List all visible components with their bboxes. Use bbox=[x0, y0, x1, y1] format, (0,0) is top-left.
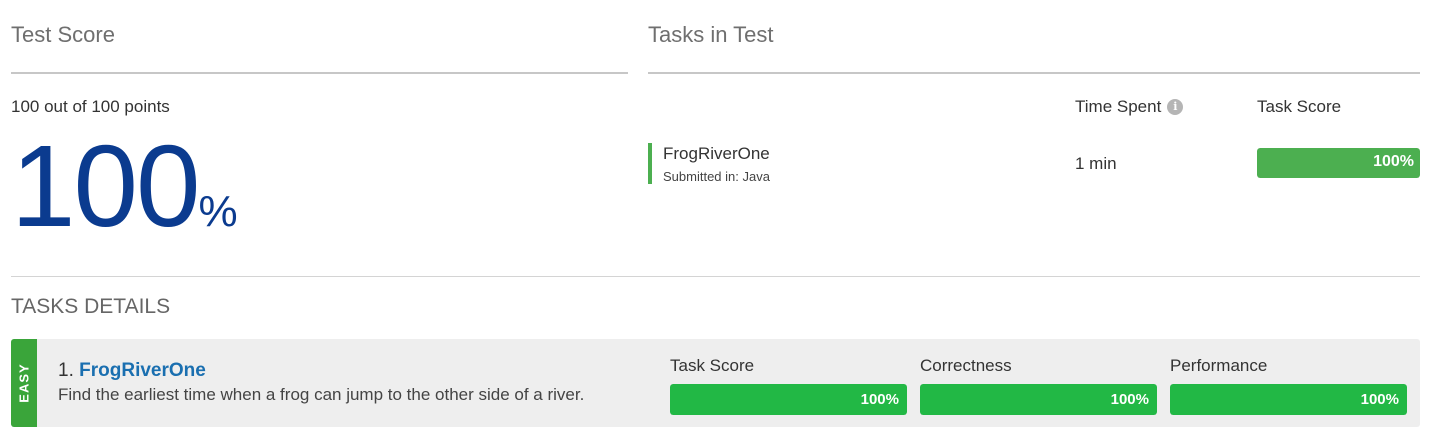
task-row-submitted-in: Submitted in: Java bbox=[663, 169, 770, 184]
tasks-in-test-divider bbox=[648, 72, 1420, 74]
metric-performance-value: 100% bbox=[1360, 391, 1399, 408]
task-row-time-spent: 1 min bbox=[1075, 154, 1117, 173]
task-score-header: Task Score bbox=[1257, 97, 1342, 116]
metric-correctness-bar: 100% bbox=[920, 384, 1157, 415]
task-detail-number: 1. bbox=[58, 360, 74, 381]
test-score-divider bbox=[11, 72, 628, 74]
score-percent-value: 100 bbox=[11, 121, 201, 251]
task-score-bar: 100% bbox=[1257, 148, 1420, 178]
metric-performance-bar: 100% bbox=[1170, 384, 1407, 415]
metric-performance-label: Performance bbox=[1170, 356, 1268, 375]
details-divider bbox=[11, 276, 1420, 277]
metric-correctness-label: Correctness bbox=[920, 356, 1012, 375]
task-detail-card: EASY 1. FrogRiverOne Find the earliest t… bbox=[11, 339, 1420, 427]
difficulty-label: EASY bbox=[16, 363, 32, 403]
time-spent-label: Time Spent bbox=[1075, 97, 1162, 116]
task-row-name[interactable]: FrogRiverOne bbox=[663, 144, 770, 164]
metric-task-score-label: Task Score bbox=[670, 356, 755, 375]
task-detail-title: 1. FrogRiverOne bbox=[58, 360, 206, 382]
score-percent: 100% bbox=[11, 128, 238, 244]
test-score-title: Test Score bbox=[11, 22, 115, 47]
difficulty-badge: EASY bbox=[11, 339, 37, 427]
tasks-in-test-title: Tasks in Test bbox=[648, 22, 774, 47]
score-percent-sign: % bbox=[198, 187, 238, 236]
metric-correctness-value: 100% bbox=[1110, 391, 1149, 408]
task-row-marker bbox=[648, 143, 652, 184]
metric-task-score-bar: 100% bbox=[670, 384, 907, 415]
points-text: 100 out of 100 points bbox=[11, 97, 170, 116]
time-spent-header: Time Spent i bbox=[1075, 97, 1184, 117]
task-detail-link[interactable]: FrogRiverOne bbox=[79, 360, 206, 381]
metric-task-score-value: 100% bbox=[860, 391, 899, 408]
results-page: Test Score 100 out of 100 points 100% Ta… bbox=[0, 0, 1436, 445]
task-detail-description: Find the earliest time when a frog can j… bbox=[58, 385, 585, 404]
task-score-bar-label: 100% bbox=[1373, 153, 1414, 170]
info-icon[interactable]: i bbox=[1167, 99, 1184, 115]
tasks-details-title: TASKS DETAILS bbox=[11, 295, 171, 318]
